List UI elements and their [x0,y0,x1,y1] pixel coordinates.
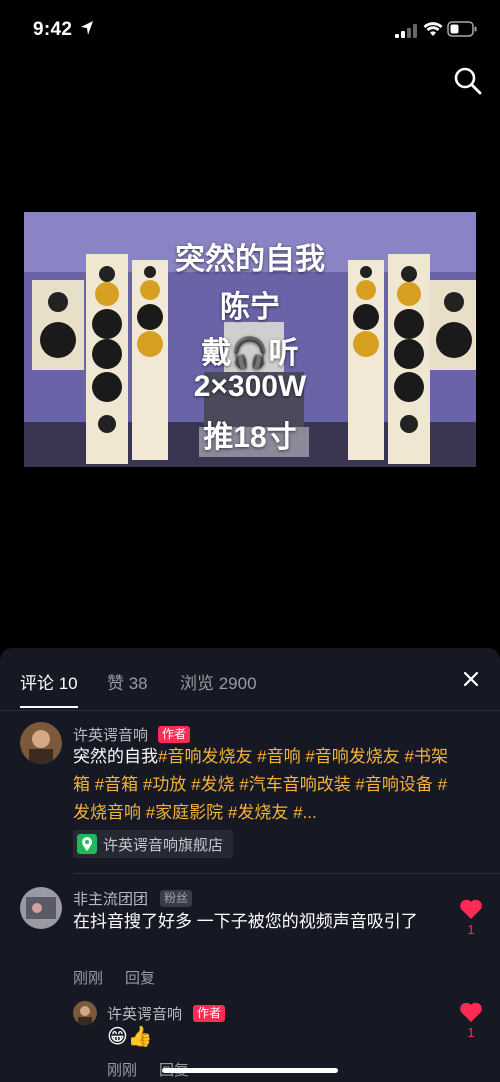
author-avatar[interactable] [20,722,62,764]
video-overlay-line-1: 突然的自我 [175,243,325,276]
comment-time: 刚刚 [73,970,104,987]
reply-like-count: 1 [467,1025,475,1040]
reply-author-name[interactable]: 许英谔音响 [107,1003,182,1024]
location-arrow-icon [81,21,93,35]
panel-tabs: 评论 10 赞 38 浏览 2900 [0,648,500,711]
like-count: 1 [467,922,475,937]
wifi-icon [423,22,443,36]
battery-icon [447,21,477,37]
video-player[interactable]: 突然的自我 陈宁 戴🎧听 2×300W 推18寸 [24,212,476,467]
commenter-name[interactable]: 非主流团团 [73,888,148,909]
close-icon[interactable] [461,669,481,689]
reply-time: 刚刚 [107,1062,138,1079]
reply-author-avatar[interactable] [73,1001,97,1025]
comment-text: 在抖音搜了好多 一下子被您的视频声音吸引了 [73,912,418,931]
store-link[interactable]: 许英谔音响旗舰店 [73,830,234,858]
tab-likes[interactable]: 赞 38 [107,669,148,694]
search-icon[interactable] [453,66,483,96]
post-caption: 突然的自我#音响发烧友 #音响 #音响发烧友 #书架箱 #音箱 #功放 #发烧 … [73,743,463,827]
status-time: 9:42 [33,19,73,40]
video-overlay-line-3: 戴🎧听 [201,337,299,370]
active-tab-indicator [20,706,78,708]
video-overlay-line-4: 2×300W [193,370,307,403]
reply-button[interactable]: 回复 [125,967,155,988]
location-pin-icon [77,834,97,854]
tab-views[interactable]: 浏览 2900 [180,669,257,694]
author-badge: 作者 [158,726,191,743]
status-bar: 9:42 [0,0,500,60]
divider [73,873,500,874]
caption-text: 突然的自我 [73,747,158,766]
tab-comments[interactable]: 评论 10 [20,669,78,694]
video-overlay-line-2: 陈宁 [220,291,280,324]
video-overlay-line-5: 推18寸 [203,421,297,454]
fan-badge: 粉丝 [160,890,193,907]
video-text-overlay: 突然的自我 陈宁 戴🎧听 2×300W 推18寸 [24,212,476,467]
heart-icon[interactable] [459,1001,483,1023]
post-author-name[interactable]: 许英谔音响 [73,724,148,745]
reply-text: 😁👍 [107,1026,153,1048]
store-name: 许英谔音响旗舰店 [103,836,224,854]
home-indicator[interactable] [162,1068,338,1073]
reply-author-badge: 作者 [193,1005,226,1022]
cellular-signal-icon [395,24,417,38]
commenter-avatar[interactable] [20,887,62,929]
heart-icon[interactable] [459,898,483,920]
